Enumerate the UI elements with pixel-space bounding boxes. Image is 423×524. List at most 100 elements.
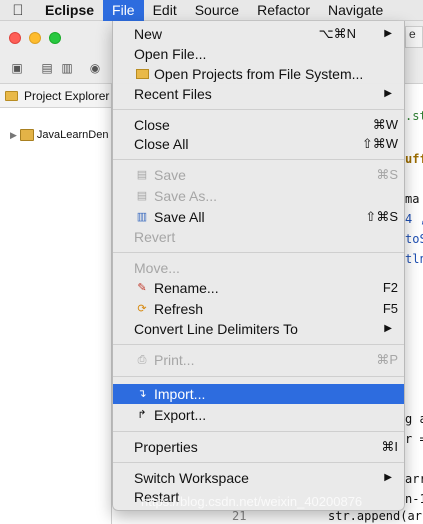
menu-item-label: Save As... [154,188,218,204]
menu-separator [113,344,404,345]
menu-item-label: Close All [134,136,189,152]
menu-item-label: Recent Files [134,86,212,102]
code-fragment: str.append(arr [328,509,423,523]
save-all-icon[interactable]: ▥ [58,60,76,76]
menu-item-rename[interactable]: ✎ Rename... F2 [113,278,404,298]
file-menu-dropdown: New ⌥⌘N ▶ Open File... Open Projects fro… [112,21,405,511]
java-project-icon [19,129,34,141]
code-fragment: arr [405,472,423,486]
print-icon: ⎙ [137,354,147,366]
menu-item-label: Save [154,167,186,183]
menu-item-shortcut: F2 [382,280,398,295]
editor-tab[interactable]: e [405,26,423,48]
menu-item-label: Refresh [154,301,204,317]
menu-item-label: Save All [154,209,205,225]
save-icon[interactable]: ▤ [38,60,56,76]
watermark-text: https://blog.csdn.net/weixin_40200876 [141,494,363,509]
menu-item-shortcut: F5 [382,301,398,316]
menu-item-label: Close [134,117,170,133]
menu-separator [113,252,404,253]
menubar-item-source[interactable]: Source [186,0,248,21]
project-tree-item[interactable]: ▶ JavaLearnDen [10,129,108,141]
save-all-icon: ▥ [136,211,148,223]
menu-item-save-all[interactable]: ▥ Save All ⇧⌘S [113,207,404,227]
menu-item-convert-line-delimiters[interactable]: Convert Line Delimiters To ▶ [113,319,404,339]
menu-item-move[interactable]: Move... [113,258,404,278]
menu-item-label: Export... [154,407,207,423]
project-explorer-panel: Project Explorer ▶ JavaLearnDen [0,84,112,524]
menu-item-export[interactable]: ↱ Export... [113,405,404,425]
menubar:  Eclipse File Edit Source Refactor Navi… [0,0,423,21]
menubar-item-edit[interactable]: Edit [144,0,186,21]
menu-item-revert[interactable]: Revert [113,227,404,247]
menubar-item-file[interactable]: File [103,0,144,21]
code-fragment: uff [405,152,423,166]
window-zoom-button[interactable] [49,32,61,44]
menu-item-label: Revert [134,229,176,245]
menu-separator [113,159,404,160]
menu-item-open-projects[interactable]: Open Projects from File System... [113,64,404,84]
menu-item-label: Import... [154,386,206,402]
code-fragment: r = [405,432,423,446]
menu-item-refresh[interactable]: ⟳ Refresh F5 [113,299,404,319]
menubar-item-refactor[interactable]: Refactor [248,0,319,21]
apple-icon[interactable]:  [0,2,36,19]
menu-item-new[interactable]: New ⌥⌘N ▶ [113,24,404,44]
menu-item-label: Switch Workspace [134,470,249,486]
save-as-icon: ▤ [136,190,148,202]
menu-item-label: New [134,26,163,42]
menu-item-shortcut: ⇧⌘S [365,209,398,224]
window-minimize-button[interactable] [29,32,41,44]
menu-separator [113,376,404,377]
menu-item-properties[interactable]: Properties ⌘I [113,437,404,457]
menu-item-label: Rename... [154,280,219,296]
import-icon: ↴ [137,388,147,400]
menu-item-close[interactable]: Close ⌘W [113,115,404,135]
menu-item-shortcut: ⌘P [376,352,398,367]
code-fragment: ma [405,192,420,206]
menu-item-print[interactable]: ⎙ Print... ⌘P [113,350,404,370]
menu-item-label: Open File... [134,46,207,62]
expand-triangle-icon[interactable]: ▶ [10,130,17,141]
menu-item-shortcut: ⌘I [381,439,398,454]
menu-item-label: Properties [134,439,198,455]
new-wizard-icon[interactable]: ▣ [8,60,26,76]
code-fragment: .st [405,109,423,123]
submenu-arrow-icon: ▶ [384,28,392,39]
menu-item-shortcut: ⌘S [376,167,398,182]
folder-icon [5,90,18,101]
submenu-arrow-icon: ▶ [384,323,392,334]
menubar-item-navigate[interactable]: Navigate [319,0,392,21]
menu-item-shortcut: ⇧⌘W [361,136,398,151]
folder-icon [135,67,149,81]
menu-item-shortcut: ⌥⌘N [318,26,356,41]
line-number: 21 [232,509,247,523]
menu-item-shortcut: ⌘W [372,117,398,132]
refresh-icon: ⟳ [137,303,147,315]
menu-separator [113,431,404,432]
menu-item-import[interactable]: ↴ Import... [113,384,404,404]
rename-icon: ✎ [137,282,147,294]
code-fragment: tln( [405,252,423,266]
menu-item-switch-workspace[interactable]: Switch Workspace ▶ [113,468,404,488]
account-icon[interactable]: ◉ [86,60,104,76]
code-fragment: toS [405,232,423,246]
menubar-item-eclipse[interactable]: Eclipse [36,0,103,21]
menu-separator [113,109,404,110]
code-fragment: 4 , [405,212,423,226]
code-fragment: n-1 [405,492,423,506]
project-explorer-title: Project Explorer [24,88,110,103]
menu-item-label: Move... [134,260,180,276]
submenu-arrow-icon: ▶ [384,472,392,483]
code-fragment: g a [405,412,423,426]
menu-item-save[interactable]: ▤ Save ⌘S [113,165,404,185]
save-icon: ▤ [136,169,148,181]
submenu-arrow-icon: ▶ [384,88,392,99]
menu-item-close-all[interactable]: Close All ⇧⌘W [113,134,404,154]
menu-item-open-file[interactable]: Open File... [113,44,404,64]
menu-item-save-as[interactable]: ▤ Save As... [113,186,404,206]
menu-item-recent-files[interactable]: Recent Files ▶ [113,84,404,104]
export-icon: ↱ [137,409,147,421]
window-close-button[interactable] [9,32,21,44]
project-explorer-header[interactable]: Project Explorer [0,84,111,108]
